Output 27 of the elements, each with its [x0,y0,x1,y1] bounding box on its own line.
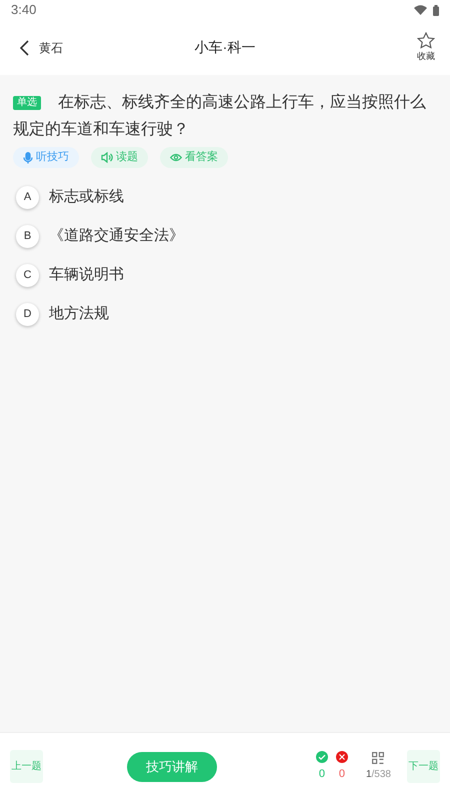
question-text: 单选 在标志、标线齐全的高速公路上行车，应当按照什么规定的车道和车速行驶？ [13,92,427,140]
back-icon [20,40,29,56]
favorite-button[interactable]: 收藏 [417,32,435,64]
grid-icon [372,752,384,764]
wrong-count: 0 [338,766,346,782]
battery-icon [433,4,439,16]
answer-sheet-button[interactable]: 1/538 [366,752,391,782]
question-type-badge: 单选 [13,96,41,110]
microphone-icon [23,152,33,164]
wifi-icon [414,5,427,15]
option-letter: B [16,224,39,248]
back-button[interactable]: 黄石 [20,38,63,56]
option-letter: D [16,302,39,326]
option-letter: C [16,264,39,286]
cross-icon [336,750,348,763]
check-icon [316,750,328,763]
correct-count: 0 [318,766,326,782]
answer-option[interactable]: C 车辆说明书 [16,263,437,287]
speaker-icon [101,152,113,163]
status-time: 3:40 [11,1,36,20]
answer-option[interactable]: A 标志或标线 [16,185,437,209]
star-icon [417,32,435,49]
answer-option[interactable]: D 地方法规 [16,302,437,326]
page-title: 小车·科一 [194,38,256,57]
eye-icon [170,153,182,162]
answer-option[interactable]: B 《道路交通安全法》 [16,224,437,248]
option-letter: A [16,186,39,208]
